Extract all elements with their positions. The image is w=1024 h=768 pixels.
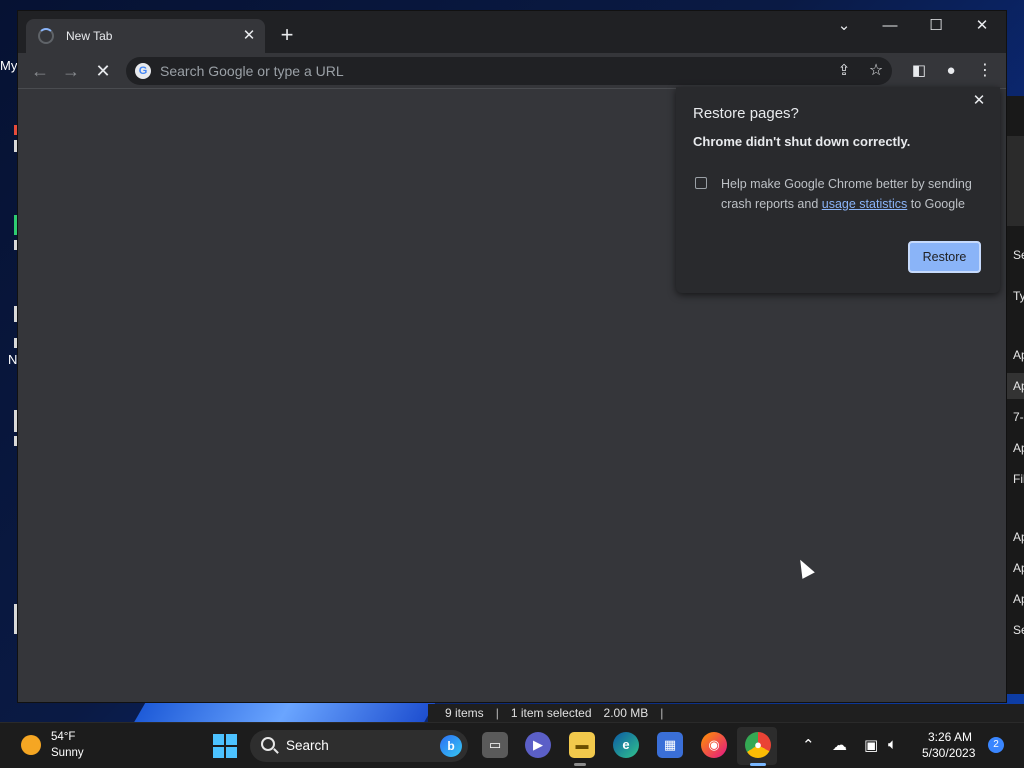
weather-temperature[interactable]: 54°F <box>51 731 75 743</box>
volume-icon[interactable]: 🔈︎ <box>888 736 897 753</box>
maximize-button[interactable]: ☐ <box>913 15 959 37</box>
explorer-row[interactable]: Ap <box>1013 530 1024 544</box>
help-text-suffix: to Google <box>910 197 965 211</box>
usage-stats-checkbox[interactable] <box>695 177 707 189</box>
loading-spinner-icon <box>38 28 54 44</box>
edge-icon[interactable]: e <box>613 732 639 758</box>
back-arrow-icon[interactable]: ← <box>28 59 52 83</box>
bing-icon[interactable]: b <box>440 735 462 757</box>
address-input[interactable] <box>160 57 760 85</box>
explorer-status-bar: 9 items | 1 item selected 2.00 MB | <box>428 704 1024 722</box>
file-explorer-window[interactable]: Se Ty Ap Ap 7- Ap Fil Ap Ap Ap Se <box>1006 96 1024 694</box>
new-tab-button[interactable]: + <box>276 24 298 47</box>
start-tile <box>226 747 237 758</box>
start-tile <box>226 734 237 745</box>
stop-loading-icon[interactable]: ✕ <box>91 59 115 83</box>
clock-time[interactable]: 3:26 AM <box>928 730 972 744</box>
explorer-row[interactable]: Ap <box>1013 592 1024 606</box>
wallpaper-swoosh <box>133 700 437 724</box>
desktop-icon-label[interactable]: My <box>0 58 17 73</box>
teams-chat-icon[interactable]: ▶ <box>525 732 551 758</box>
google-g-icon: G <box>135 63 151 79</box>
status-item-count: 9 items <box>445 706 484 720</box>
share-icon[interactable]: ⇪ <box>832 59 856 83</box>
taskbar: 54°F Sunny Search b ▭ ▶ ▬ e ▦ ◉ ● ⌃ ☁ ▣ … <box>0 722 1024 768</box>
popup-close-icon[interactable]: ✕ <box>970 92 988 110</box>
explorer-row[interactable]: Ap <box>1013 348 1024 362</box>
firefox-icon[interactable]: ◉ <box>701 732 727 758</box>
explorer-search-fragment[interactable]: Se <box>1013 248 1024 262</box>
windows-start-icon[interactable] <box>213 734 237 758</box>
explorer-row[interactable]: Ap <box>1013 441 1024 455</box>
explorer-row[interactable]: Ap <box>1013 379 1024 393</box>
desktop-icon-label[interactable]: N <box>8 352 17 367</box>
usage-statistics-link[interactable]: usage statistics <box>822 197 907 211</box>
explorer-row[interactable]: 7- <box>1013 410 1024 424</box>
tab-close-icon[interactable]: ✕ <box>241 28 257 44</box>
tab-strip: New Tab ✕ + ⌄ — ☐ ✕ <box>18 11 1006 53</box>
explorer-running-indicator <box>574 763 586 766</box>
popup-title: Restore pages? <box>693 105 799 122</box>
notification-badge[interactable]: 2 <box>988 737 1004 753</box>
chrome-active-indicator <box>750 763 766 766</box>
sun-icon[interactable] <box>21 735 41 755</box>
browser-toolbar: ← → ✕ G ⇪ ☆ ◧ ● ⋮ <box>18 53 1006 89</box>
side-panel-icon[interactable]: ◧ <box>907 59 931 83</box>
bookmark-star-icon[interactable]: ☆ <box>864 59 888 83</box>
tab-title: New Tab <box>66 29 113 43</box>
restore-button[interactable]: Restore <box>908 241 981 273</box>
status-selected: 1 item selected <box>510 706 592 720</box>
omnibox[interactable]: G ⇪ ☆ <box>126 57 892 85</box>
explorer-row[interactable]: Ap <box>1013 561 1024 575</box>
popup-subtitle: Chrome didn't shut down correctly. <box>693 134 911 149</box>
status-separator: | <box>495 706 499 720</box>
explorer-header <box>1006 136 1024 226</box>
chrome-icon[interactable]: ● <box>745 732 771 758</box>
task-view-icon[interactable]: ▭ <box>482 732 508 758</box>
status-size: 2.00 MB <box>603 706 649 720</box>
network-icon[interactable]: ▣ <box>864 736 878 754</box>
profile-icon[interactable]: ● <box>939 59 963 83</box>
explorer-column-header[interactable]: Ty <box>1013 289 1024 303</box>
menu-kebab-icon[interactable]: ⋮ <box>973 59 997 83</box>
start-tile <box>213 734 224 745</box>
search-label: Search <box>286 738 329 753</box>
start-tile <box>213 747 224 758</box>
minimize-button[interactable]: — <box>867 15 913 37</box>
tab-search-chevron-icon[interactable]: ⌄ <box>821 15 867 37</box>
taskbar-search-box[interactable]: Search b <box>250 730 468 762</box>
status-separator: | <box>660 706 664 720</box>
explorer-row[interactable]: Se <box>1013 623 1024 637</box>
close-window-button[interactable]: ✕ <box>959 15 1005 37</box>
restore-pages-popup: Restore pages? ✕ Chrome didn't shut down… <box>676 87 1000 293</box>
store-icon[interactable]: ▦ <box>657 732 683 758</box>
forward-arrow-icon[interactable]: → <box>59 59 83 83</box>
show-hidden-icons-chevron-icon[interactable]: ⌃ <box>802 736 815 754</box>
clock-date[interactable]: 5/30/2023 <box>922 746 975 760</box>
file-explorer-icon[interactable]: ▬ <box>569 732 595 758</box>
weather-condition[interactable]: Sunny <box>51 747 84 759</box>
popup-help-text: Help make Google Chrome better by sendin… <box>721 174 981 214</box>
search-icon <box>261 737 275 751</box>
explorer-row[interactable]: Fil <box>1013 472 1024 486</box>
onedrive-cloud-icon[interactable]: ☁ <box>832 736 847 754</box>
tab-new-tab[interactable]: New Tab ✕ <box>26 19 265 53</box>
